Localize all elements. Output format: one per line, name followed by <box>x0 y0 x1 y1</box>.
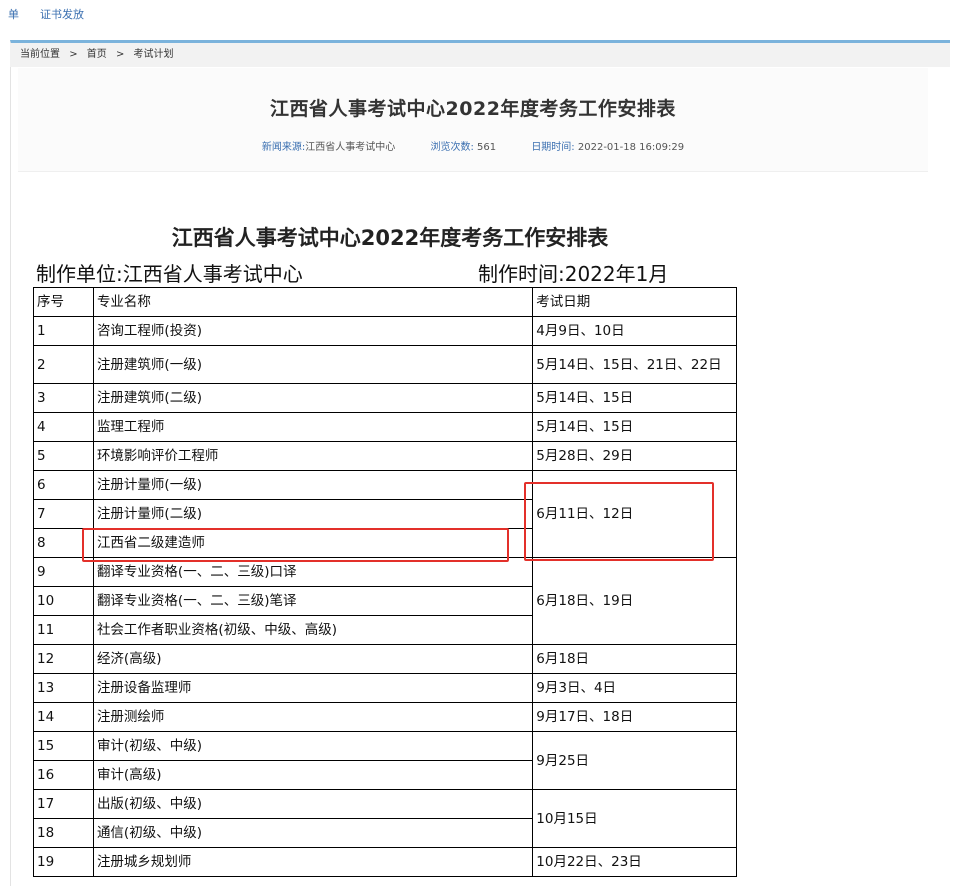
cell-no: 1 <box>33 316 94 346</box>
cell-name: 审计(初级、中级) <box>92 731 534 761</box>
nav-link-list[interactable]: 单 <box>8 6 19 22</box>
table-row: 2 注册建筑师(一级) 5月14日、15日、21日、22日 <box>33 345 737 384</box>
cell-no: 11 <box>33 615 94 645</box>
cell-date: 6月18日、19日 <box>532 557 737 645</box>
cell-no: 7 <box>33 499 94 529</box>
document-maker: 制作单位:江西省人事考试中心 <box>36 262 303 286</box>
cell-no: 9 <box>33 557 94 587</box>
table-row: 5 环境影响评价工程师 5月28日、29日 <box>33 441 737 471</box>
breadcrumb-home[interactable]: 首页 <box>87 49 107 60</box>
meta-date-label: 日期时间: <box>531 142 575 153</box>
cell-name: 经济(高级) <box>92 644 534 674</box>
breadcrumb-separator: > <box>115 49 125 60</box>
cell-name: 翻译专业资格(一、二、三级)口译 <box>92 557 534 587</box>
header-cell-no: 序号 <box>33 287 94 317</box>
table-row: 6 注册计量师(一级) 6月11日、12日 <box>33 470 737 558</box>
table-row: 13 注册设备监理师 9月3日、4日 <box>33 673 737 703</box>
cell-date: 10月22日、23日 <box>532 847 737 877</box>
cell-date: 4月9日、10日 <box>532 316 737 346</box>
cell-no: 3 <box>33 383 94 413</box>
article-title: 江西省人事考试中心2022年度考务工作安排表 <box>270 98 676 120</box>
cell-no: 2 <box>33 345 94 384</box>
document-made-time: 制作时间:2022年1月 <box>478 262 669 286</box>
cell-name: 注册建筑师(二级) <box>92 383 534 413</box>
cell-name: 环境影响评价工程师 <box>92 441 534 471</box>
breadcrumb-label: 当前位置 <box>20 49 60 60</box>
header-cell-date: 考试日期 <box>532 287 737 317</box>
top-nav: 单 证书发放 <box>0 0 968 28</box>
cell-name: 社会工作者职业资格(初级、中级、高级) <box>92 615 534 645</box>
nav-link-certificate[interactable]: 证书发放 <box>40 6 84 22</box>
table-header-row: 序号 专业名称 考试日期 <box>33 287 737 317</box>
meta-views-label: 浏览次数: <box>430 142 474 153</box>
cell-name: 注册城乡规划师 <box>92 847 534 877</box>
meta-source-label: 新闻来源: <box>261 142 306 153</box>
cell-date: 5月14日、15日 <box>532 383 737 413</box>
cell-no: 13 <box>33 673 94 703</box>
cell-no: 4 <box>33 412 94 442</box>
cell-name: 出版(初级、中级) <box>92 789 534 819</box>
breadcrumb-section[interactable]: 考试计划 <box>134 49 174 60</box>
cell-name: 注册建筑师(一级) <box>92 345 534 384</box>
cell-name: 注册计量师(二级) <box>92 499 534 529</box>
header-cell-name: 专业名称 <box>92 287 534 317</box>
cell-date: 5月14日、15日 <box>532 412 737 442</box>
cell-no: 12 <box>33 644 94 674</box>
cell-name: 翻译专业资格(一、二、三级)笔译 <box>92 586 534 616</box>
cell-no: 18 <box>33 818 94 848</box>
cell-date: 6月18日 <box>532 644 737 674</box>
table-row: 1 咨询工程师(投资) 4月9日、10日 <box>33 316 737 346</box>
cell-date: 6月11日、12日 <box>532 470 737 558</box>
article-meta: 新闻来源:江西省人事考试中心 浏览次数: 561 日期时间: 2022-01-1… <box>18 138 928 153</box>
cell-no: 17 <box>33 789 94 819</box>
cell-no: 10 <box>33 586 94 616</box>
table-row: 14 注册测绘师 9月17日、18日 <box>33 702 737 732</box>
exam-schedule-table: 序号 专业名称 考试日期 1 咨询工程师(投资) 4月9日、10日 2 注册建筑师(一… <box>33 287 737 877</box>
cell-date: 9月25日 <box>532 731 737 790</box>
cell-no: 15 <box>33 731 94 761</box>
cell-date: 9月3日、4日 <box>532 673 737 703</box>
document-title: 江西省人事考试中心2022年度考务工作安排表 <box>171 226 609 250</box>
meta-date-value: 2022-01-18 16:09:29 <box>577 142 685 153</box>
cell-name: 咨询工程师(投资) <box>92 316 534 346</box>
cell-no: 16 <box>33 760 94 790</box>
breadcrumb-separator: > <box>69 49 78 60</box>
meta-views: 浏览次数: 561 <box>430 142 496 153</box>
cell-name: 通信(初级、中级) <box>92 818 534 848</box>
cell-no: 8 <box>33 528 94 558</box>
cell-name: 注册计量师(一级) <box>92 470 534 500</box>
table-row: 4 监理工程师 5月14日、15日 <box>33 412 737 442</box>
cell-name: 监理工程师 <box>92 412 534 442</box>
cell-name: 江西省二级建造师 <box>92 528 534 558</box>
meta-source: 新闻来源:江西省人事考试中心 <box>262 142 395 153</box>
cell-date: 5月28日、29日 <box>532 441 737 471</box>
table-row: 12 经济(高级) 6月18日 <box>33 644 737 674</box>
cell-name: 审计(高级) <box>92 760 534 790</box>
table-row: 19 注册城乡规划师 10月22日、23日 <box>33 847 737 877</box>
table-row: 15 审计(初级、中级) 9月25日 <box>33 731 737 790</box>
cell-date: 10月15日 <box>532 789 737 848</box>
cell-name: 注册测绘师 <box>92 702 534 732</box>
meta-source-value: 江西省人事考试中心 <box>305 142 396 153</box>
breadcrumb: 当前位置 > 首页 > 考试计划 <box>10 43 950 67</box>
cell-no: 6 <box>33 470 94 500</box>
cell-date: 5月14日、15日、21日、22日 <box>532 345 737 384</box>
table-row: 3 注册建筑师(二级) 5月14日、15日 <box>33 383 737 413</box>
cell-no: 5 <box>33 441 94 471</box>
meta-date: 日期时间: 2022-01-18 16:09:29 <box>531 142 684 153</box>
cell-name: 注册设备监理师 <box>92 673 534 703</box>
table-row: 9 翻译专业资格(一、二、三级)口译 6月18日、19日 <box>33 557 737 645</box>
cell-no: 14 <box>33 702 94 732</box>
meta-views-value: 561 <box>477 142 497 153</box>
cell-no: 19 <box>33 847 94 877</box>
cell-date: 9月17日、18日 <box>532 702 737 732</box>
table-row: 17 出版(初级、中级) 10月15日 <box>33 789 737 848</box>
